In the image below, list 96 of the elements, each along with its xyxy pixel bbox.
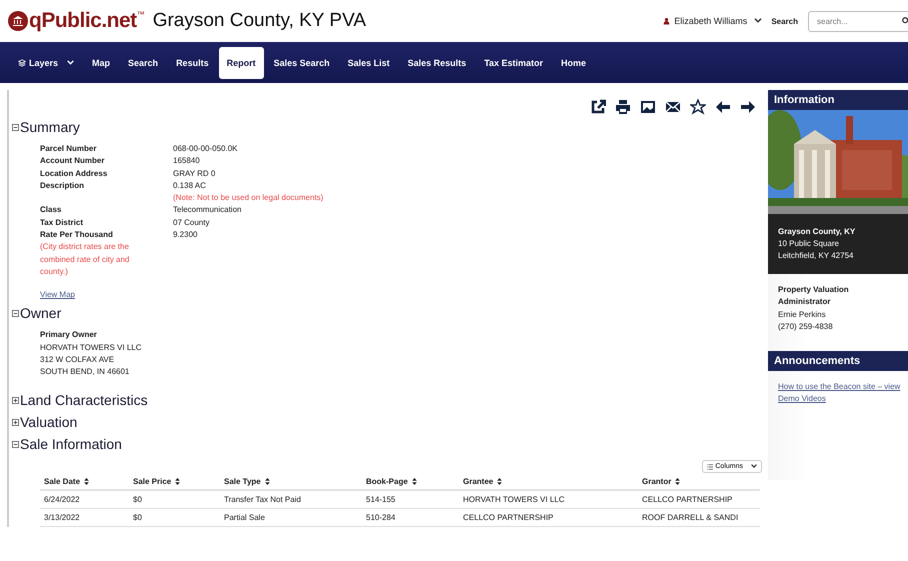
sort-icon: [412, 478, 417, 486]
table-cell: 510-284: [366, 513, 396, 522]
field-value: 068-00-00-050.0K: [173, 143, 238, 155]
toggle-icon[interactable]: [12, 396, 19, 404]
email-icon[interactable]: [665, 99, 681, 115]
column-header[interactable]: Sale Price: [133, 477, 180, 486]
trademark: ™: [136, 10, 145, 19]
field-note: (Note: Not to be used on legal documents): [173, 192, 324, 204]
table-cell: 6/24/2022: [44, 495, 80, 504]
table-cell: $0: [133, 495, 142, 504]
column-header[interactable]: Sale Type: [224, 477, 270, 486]
table-cell: ROOF DARRELL & SANDI: [642, 513, 738, 522]
section-title[interactable]: Valuation: [20, 414, 78, 430]
announcement-link[interactable]: How to use the Beacon site – view: [778, 381, 900, 394]
field-value: GRAY RD 0: [173, 168, 216, 180]
sort-icon: [497, 478, 502, 486]
table-cell: $0: [133, 513, 142, 522]
field-label: Parcel Number: [40, 143, 98, 155]
search-field[interactable]: search...: [808, 10, 908, 32]
owner-line: 312 W COLFAX AVE: [40, 354, 116, 366]
table-cell: 514-155: [366, 495, 396, 504]
courthouse-logo-icon: [8, 11, 28, 31]
table-cell: HORVATH TOWERS VI LLC: [463, 495, 565, 504]
contact-line: Ernie Perkins: [778, 308, 827, 321]
back-arrow-icon[interactable]: [715, 99, 731, 115]
forward-arrow-icon[interactable]: [740, 99, 756, 115]
announcements-header: Announcements: [768, 351, 908, 372]
section-title[interactable]: Summary: [20, 119, 80, 135]
field-label: Class: [40, 204, 62, 216]
nav-tab[interactable]: Sales Search: [266, 46, 338, 78]
column-header[interactable]: Grantee: [463, 477, 502, 486]
field-value: 165840: [173, 155, 201, 168]
user-menu[interactable]: Elizabeth Williams: [674, 16, 748, 26]
field-label: Rate Per Thousand: [40, 229, 114, 242]
address-line: Leitchfield, KY 42754: [778, 250, 854, 262]
chevron-down-icon: [67, 60, 74, 66]
toggle-icon[interactable]: [12, 440, 19, 448]
search-label: Search: [771, 16, 798, 26]
view-map-link[interactable]: View Map: [40, 290, 75, 300]
table-cell: Partial Sale: [224, 513, 265, 522]
table-cell: CELLCO PARTNERSHIP: [642, 495, 732, 504]
nav-tab[interactable]: Report: [218, 46, 264, 78]
information-header: Information: [768, 90, 908, 110]
field-label: Location Address: [40, 168, 108, 180]
field-value: 07 County: [173, 216, 210, 229]
search-icon[interactable]: [902, 16, 908, 24]
sort-icon: [675, 478, 680, 486]
table-cell: CELLCO PARTNERSHIP: [463, 513, 554, 522]
star-icon[interactable]: [690, 99, 706, 115]
sort-icon: [264, 478, 270, 486]
table-cell: Transfer Tax Not Paid: [224, 495, 301, 504]
section-title[interactable]: Land Characteristics: [20, 392, 148, 408]
toggle-icon[interactable]: [12, 124, 19, 130]
image-icon[interactable]: [640, 99, 656, 115]
chevron-down-icon: [751, 464, 757, 470]
column-header[interactable]: Sale Date: [44, 477, 90, 486]
field-value: 9.2300: [173, 229, 198, 242]
contact-line: Property Valuation Administrator: [778, 284, 850, 308]
owner-line: HORVATH TOWERS VI LLC: [40, 342, 143, 354]
contact-line: (270) 259-4838: [778, 320, 834, 333]
share-icon[interactable]: [590, 99, 606, 115]
sort-icon: [175, 478, 180, 486]
nav-tab[interactable]: Sales List: [340, 46, 398, 78]
field-label: Tax District: [40, 216, 84, 229]
announcement-link[interactable]: Demo Videos: [778, 393, 826, 406]
section-title[interactable]: Owner: [20, 305, 62, 322]
nav-tab[interactable]: Tax Estimator: [476, 46, 552, 78]
section-title[interactable]: Sale Information: [20, 436, 122, 452]
nav-tab[interactable]: Home: [553, 46, 594, 78]
field-value: Telecommunication: [173, 204, 242, 216]
address-line: 10 Public Square: [778, 238, 840, 250]
column-header[interactable]: Grantor: [642, 477, 680, 486]
field-value: 0.138 AC: [173, 180, 207, 192]
nav-tab[interactable]: Results: [168, 46, 217, 78]
print-icon[interactable]: [615, 99, 631, 115]
nav-tab[interactable]: Sales Results: [400, 46, 474, 78]
field-label: Description: [40, 180, 86, 192]
layers-icon: [18, 58, 26, 66]
address-line: Grayson County, KY: [778, 226, 856, 238]
sort-icon: [84, 478, 90, 486]
field-note: (City district rates are the combined rate of city and county.): [40, 241, 130, 278]
field-label: Account Number: [40, 155, 106, 168]
nav-tab[interactable]: Layers: [10, 46, 82, 78]
toggle-icon[interactable]: [12, 310, 19, 317]
chevron-down-icon: [754, 18, 762, 24]
site-title: Grayson County, KY PVA: [152, 10, 366, 32]
owner-line: SOUTH BEND, IN 46601: [40, 366, 130, 378]
column-header[interactable]: Book-Page: [366, 477, 417, 486]
table-cell: 3/13/2022: [44, 513, 80, 522]
list-icon: [707, 464, 714, 470]
site-logo[interactable]: qPublic.net: [29, 9, 137, 33]
user-icon: [663, 17, 670, 25]
nav-tab[interactable]: Search: [120, 46, 166, 78]
owner-label: Primary Owner: [40, 329, 98, 342]
toggle-icon[interactable]: [12, 418, 19, 426]
nav-tab[interactable]: Map: [84, 46, 118, 78]
